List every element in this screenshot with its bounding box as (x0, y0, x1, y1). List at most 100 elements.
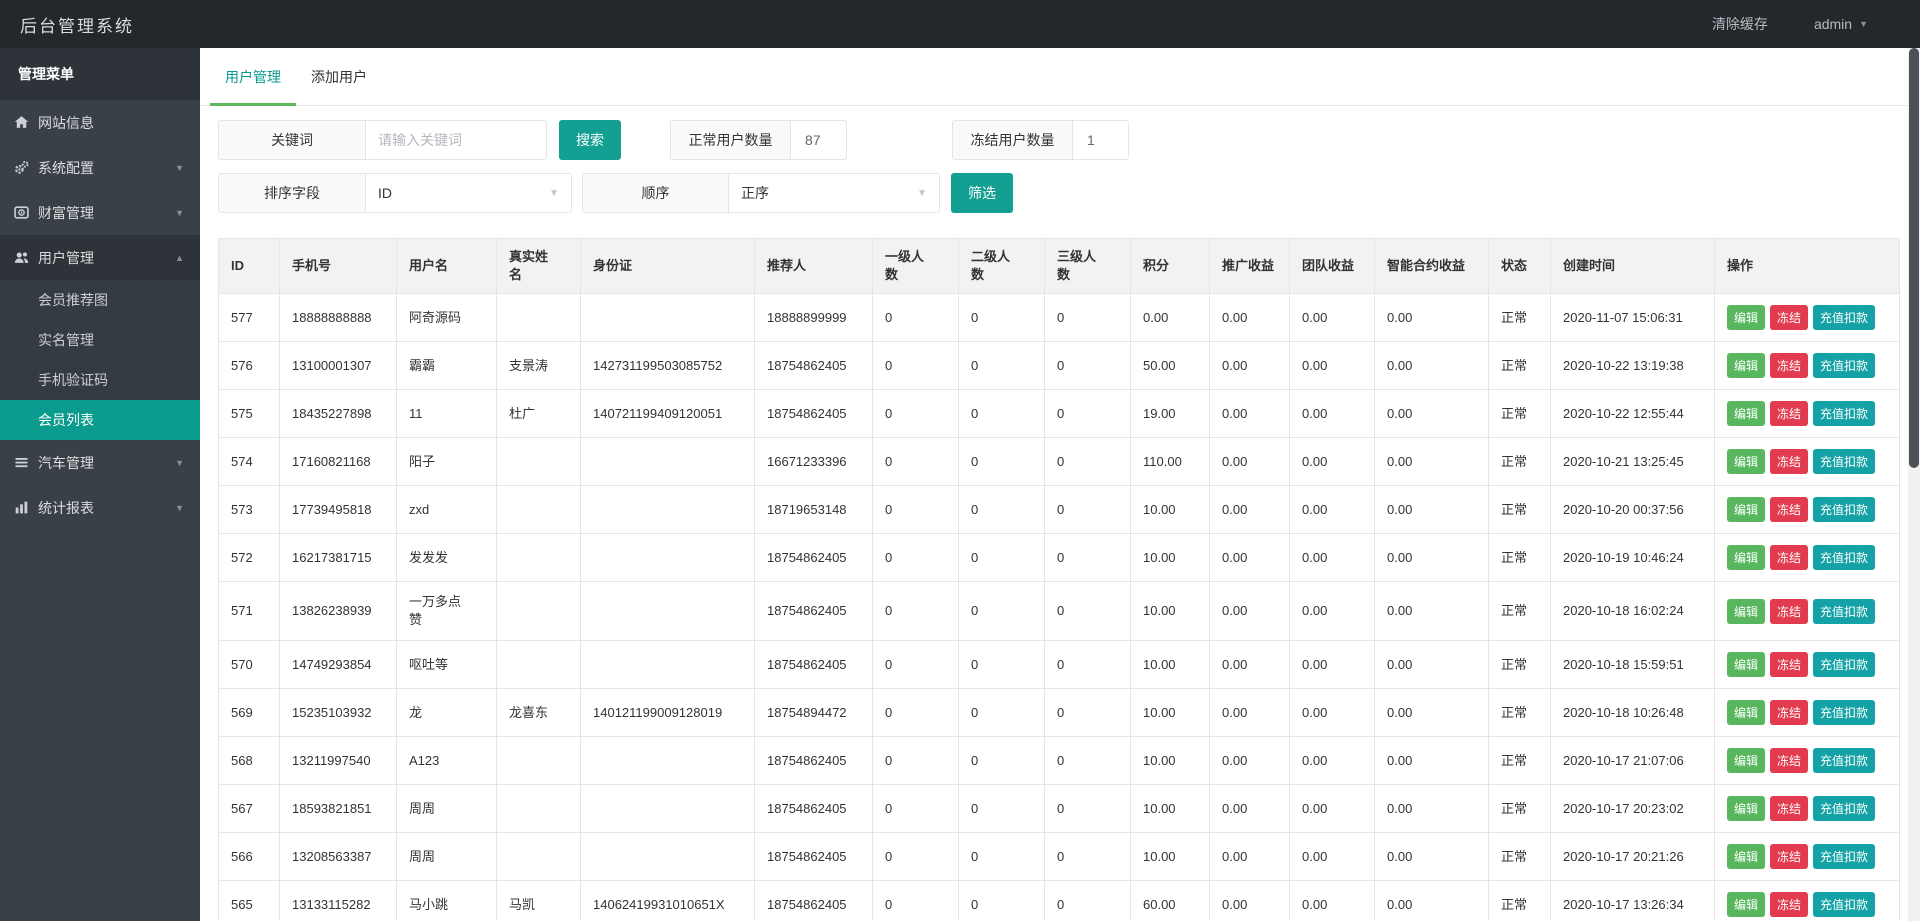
freeze-button[interactable]: 冻结 (1770, 545, 1808, 570)
cell-created-time: 2020-10-19 10:46:24 (1551, 534, 1715, 582)
cell-id: 575 (219, 390, 280, 438)
cell-idcard: 142731199503085752 (581, 342, 755, 390)
sidebar-subitem[interactable]: 手机验证码 (0, 360, 200, 400)
edit-button[interactable]: 编辑 (1727, 353, 1765, 378)
cell-promo-income: 0.00 (1210, 881, 1290, 921)
recharge-button[interactable]: 充值扣款 (1813, 545, 1875, 570)
wealth-icon (14, 205, 38, 220)
recharge-button[interactable]: 充值扣款 (1813, 305, 1875, 330)
recharge-button[interactable]: 充值扣款 (1813, 748, 1875, 773)
edit-button[interactable]: 编辑 (1727, 305, 1765, 330)
freeze-button[interactable]: 冻结 (1770, 353, 1808, 378)
sidebar-item-1[interactable]: 网站信息 (0, 100, 200, 145)
cell-phone: 13100001307 (280, 342, 397, 390)
edit-button[interactable]: 编辑 (1727, 844, 1765, 869)
clear-cache-link[interactable]: 清除缓存 (1712, 14, 1768, 34)
keyword-input[interactable] (366, 132, 546, 148)
table-row: 57718888888888阿奇源码188888999990000.000.00… (219, 294, 1900, 342)
freeze-button[interactable]: 冻结 (1770, 652, 1808, 677)
tab-1[interactable]: 用户管理 (210, 48, 296, 105)
sidebar-subitem[interactable]: 会员推荐图 (0, 280, 200, 320)
recharge-button[interactable]: 充值扣款 (1813, 700, 1875, 725)
cell-status: 正常 (1489, 689, 1551, 737)
edit-button[interactable]: 编辑 (1727, 652, 1765, 677)
sidebar-item-5[interactable]: 汽车管理▼ (0, 440, 200, 485)
recharge-button[interactable]: 充值扣款 (1813, 892, 1875, 917)
cell-actions: 编辑冻结充值扣款 (1715, 737, 1900, 785)
edit-button[interactable]: 编辑 (1727, 497, 1765, 522)
cell-level1: 0 (873, 737, 959, 785)
edit-button[interactable]: 编辑 (1727, 449, 1765, 474)
cell-points: 50.00 (1131, 342, 1210, 390)
cell-level2: 0 (959, 641, 1045, 689)
chevron-down-icon: ▼ (175, 208, 184, 218)
app-title: 后台管理系统 (0, 12, 134, 37)
cell-realname (497, 582, 581, 641)
cell-level2: 0 (959, 342, 1045, 390)
cell-created-time: 2020-10-17 20:23:02 (1551, 785, 1715, 833)
recharge-button[interactable]: 充值扣款 (1813, 449, 1875, 474)
edit-button[interactable]: 编辑 (1727, 796, 1765, 821)
sidebar-item-label: 系统配置 (38, 158, 94, 178)
freeze-button[interactable]: 冻结 (1770, 599, 1808, 624)
vertical-scrollbar[interactable] (1908, 48, 1920, 921)
edit-button[interactable]: 编辑 (1727, 401, 1765, 426)
recharge-button[interactable]: 充值扣款 (1813, 652, 1875, 677)
cell-contract-income: 0.00 (1375, 438, 1489, 486)
freeze-button[interactable]: 冻结 (1770, 796, 1808, 821)
order-select[interactable]: 正序 ▼ (729, 174, 939, 212)
sidebar-subitem[interactable]: 实名管理 (0, 320, 200, 360)
cell-promo-income: 0.00 (1210, 534, 1290, 582)
freeze-button[interactable]: 冻结 (1770, 497, 1808, 522)
sidebar-item-3[interactable]: 财富管理▼ (0, 190, 200, 235)
cell-level2: 0 (959, 438, 1045, 486)
edit-button[interactable]: 编辑 (1727, 892, 1765, 917)
cell-actions: 编辑冻结充值扣款 (1715, 342, 1900, 390)
column-header: ID (219, 239, 280, 294)
scrollbar-thumb[interactable] (1909, 48, 1919, 468)
sidebar-item-2[interactable]: 系统配置▼ (0, 145, 200, 190)
sidebar-subitem[interactable]: 会员列表 (0, 400, 200, 440)
column-header: 推荐人 (755, 239, 873, 294)
recharge-button[interactable]: 充值扣款 (1813, 353, 1875, 378)
recharge-button[interactable]: 充值扣款 (1813, 599, 1875, 624)
recharge-button[interactable]: 充值扣款 (1813, 401, 1875, 426)
filter-row-1: 关键词 搜索 正常用户数量 87 冻结用户数量 1 (218, 120, 1890, 160)
cell-level1: 0 (873, 785, 959, 833)
admin-user-menu[interactable]: admin ▼ (1814, 16, 1868, 32)
freeze-button[interactable]: 冻结 (1770, 449, 1808, 474)
freeze-button[interactable]: 冻结 (1770, 700, 1808, 725)
freeze-button[interactable]: 冻结 (1770, 305, 1808, 330)
edit-button[interactable]: 编辑 (1727, 748, 1765, 773)
cell-id: 576 (219, 342, 280, 390)
recharge-button[interactable]: 充值扣款 (1813, 497, 1875, 522)
cell-username: 马小跳 (397, 881, 497, 921)
recharge-button[interactable]: 充值扣款 (1813, 844, 1875, 869)
tab-2[interactable]: 添加用户 (296, 48, 382, 105)
sidebar-item-6[interactable]: 统计报表▼ (0, 485, 200, 530)
cell-contract-income: 0.00 (1375, 689, 1489, 737)
cell-username: 11 (397, 390, 497, 438)
sort-field-value: ID (378, 185, 392, 201)
recharge-button[interactable]: 充值扣款 (1813, 796, 1875, 821)
freeze-button[interactable]: 冻结 (1770, 892, 1808, 917)
cell-promo-income: 0.00 (1210, 689, 1290, 737)
keyword-filter-box: 关键词 (218, 120, 547, 160)
edit-button[interactable]: 编辑 (1727, 700, 1765, 725)
cell-level3: 0 (1045, 342, 1131, 390)
sort-field-select[interactable]: ID ▼ (366, 174, 571, 212)
cell-phone: 13133115282 (280, 881, 397, 921)
edit-button[interactable]: 编辑 (1727, 599, 1765, 624)
freeze-button[interactable]: 冻结 (1770, 748, 1808, 773)
cell-level3: 0 (1045, 294, 1131, 342)
search-button[interactable]: 搜索 (559, 120, 621, 160)
edit-button[interactable]: 编辑 (1727, 545, 1765, 570)
cell-contract-income: 0.00 (1375, 833, 1489, 881)
table-row: 57216217381715发发发1875486240500010.000.00… (219, 534, 1900, 582)
cell-created-time: 2020-10-22 13:19:38 (1551, 342, 1715, 390)
list-icon (14, 455, 38, 470)
freeze-button[interactable]: 冻结 (1770, 844, 1808, 869)
freeze-button[interactable]: 冻结 (1770, 401, 1808, 426)
sidebar-item-4[interactable]: 用户管理▲ (0, 235, 200, 280)
filter-button[interactable]: 筛选 (951, 173, 1013, 213)
